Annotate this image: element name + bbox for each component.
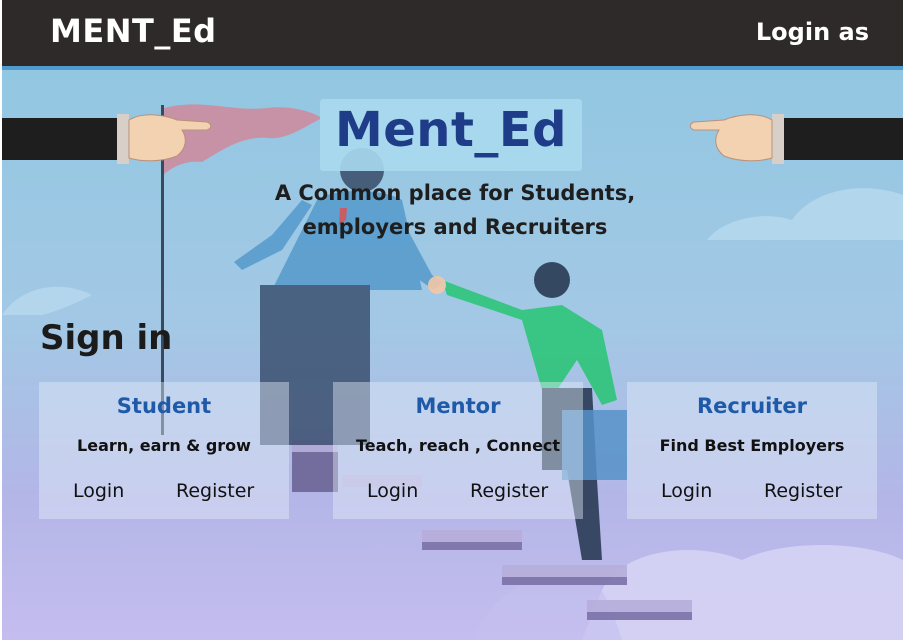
signin-heading: Sign in <box>40 318 173 358</box>
mentor-card: Mentor Teach, reach , Connect Login Regi… <box>333 382 583 519</box>
student-login-link[interactable]: Login <box>73 480 124 502</box>
student-register-link[interactable]: Register <box>176 480 254 502</box>
card-role-title: Recruiter <box>696 394 807 418</box>
right-pointing-hand <box>689 114 903 164</box>
tagline: A Common place for Students, employers a… <box>252 176 658 244</box>
recruiter-register-link[interactable]: Register <box>764 480 842 502</box>
top-nav-bar: MENT_Ed Login as <box>2 0 903 66</box>
login-as-menu[interactable]: Login as <box>756 18 869 46</box>
student-card: Student Learn, earn & grow Login Registe… <box>39 382 289 519</box>
mentor-register-link[interactable]: Register <box>470 480 548 502</box>
card-role-title: Student <box>116 394 212 418</box>
page-title: Ment_Ed <box>334 102 568 158</box>
brand-logo[interactable]: MENT_Ed <box>50 12 217 50</box>
card-description: Learn, earn & grow <box>77 436 251 455</box>
hero-section: Ment_Ed A Common place for Students, emp… <box>2 70 903 640</box>
mentor-login-link[interactable]: Login <box>367 480 418 502</box>
recruiter-login-link[interactable]: Login <box>661 480 712 502</box>
card-role-title: Mentor <box>415 394 501 418</box>
tagline-line-2: employers and Recruiters <box>302 215 608 239</box>
card-description: Find Best Employers <box>659 436 845 455</box>
recruiter-card: Recruiter Find Best Employers Login Regi… <box>627 382 877 519</box>
tagline-line-1: A Common place for Students, <box>274 181 636 205</box>
card-description: Teach, reach , Connect <box>355 436 561 455</box>
